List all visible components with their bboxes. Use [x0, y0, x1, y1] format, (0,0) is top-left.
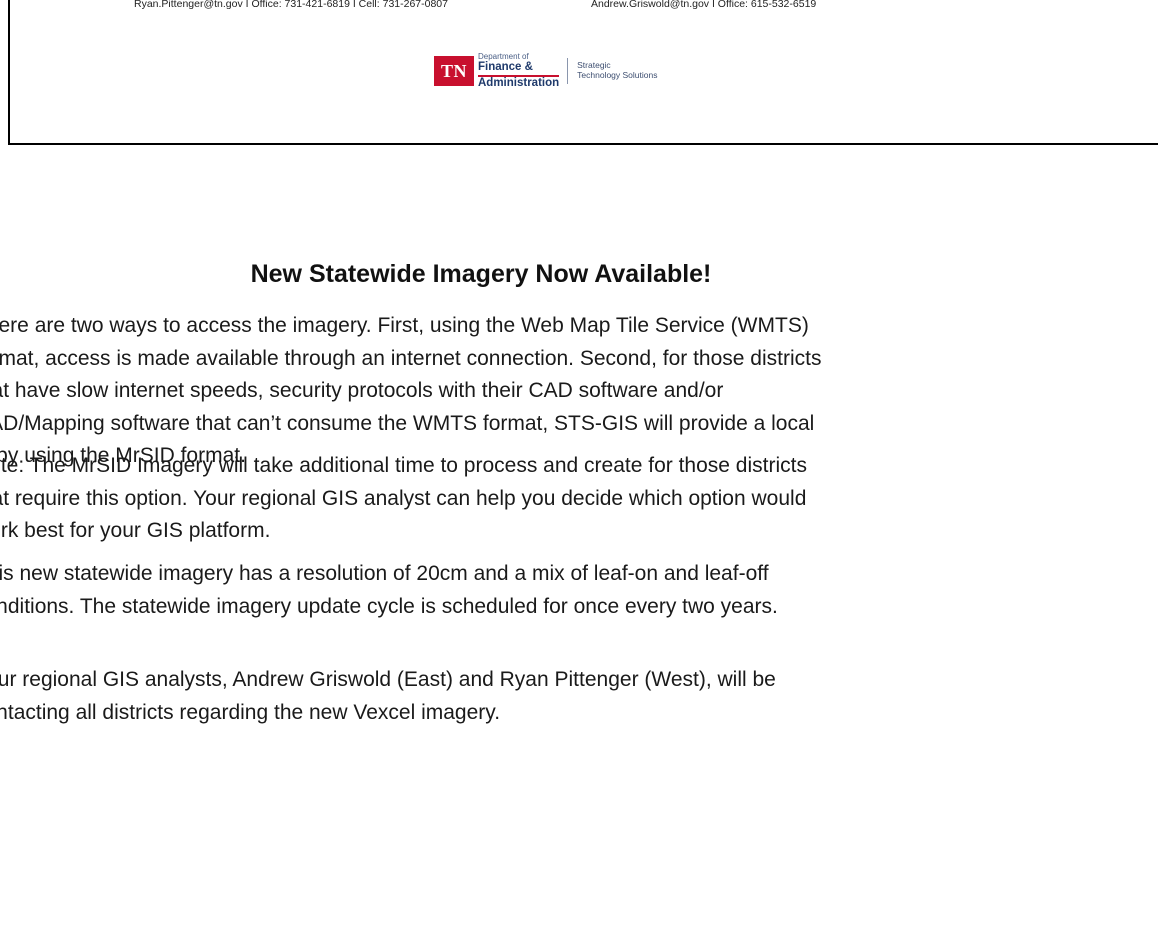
contact-header-box: Ryan.Pittenger@tn.gov I Office: 731-421-… [8, 0, 1158, 145]
department-name-line3: Administration [478, 74, 560, 89]
logo-divider [567, 58, 569, 84]
newsletter-page: Ryan.Pittenger@tn.gov I Office: 731-421-… [0, 0, 1158, 943]
paragraph-line: conditions. The statewide imagery update… [0, 594, 778, 618]
department-name-line1: Department of [478, 52, 529, 61]
contact-east-analyst: Andrew.Griswold@tn.gov I Office: 615-532… [591, 0, 817, 10]
paragraph-line: There are two ways to access the imagery… [0, 314, 809, 337]
department-logo: TN Department of Finance & Administratio… [434, 49, 657, 93]
paragraph-line: CAD/Mapping software that can’t consume … [0, 411, 815, 435]
article-headline: New Statewide Imagery Now Available! [250, 260, 712, 288]
paragraph-line: that have slow internet speeds, security… [0, 379, 724, 402]
paragraph-resolution: This new statewide imagery has a resolut… [0, 558, 1158, 623]
paragraph-access-methods: There are two ways to access the imagery… [0, 310, 1158, 473]
paragraph-line: This new statewide imagery has a resolut… [0, 562, 769, 585]
paragraph-line: that require this option. Your regional … [0, 486, 807, 510]
tn-logo-badge: TN [434, 56, 474, 86]
unit-name: Strategic Technology Solutions [577, 60, 658, 81]
paragraph-line: Note: The MrSID Imagery will take additi… [0, 454, 807, 477]
paragraph-mrsid-note: Note: The MrSID Imagery will take additi… [0, 450, 1158, 548]
paragraph-line: work best for your GIS platform. [0, 519, 271, 542]
department-name-line2: Finance & [478, 61, 533, 73]
department-name: Department of Finance & Administration [478, 52, 560, 89]
contact-west-analyst: Ryan.Pittenger@tn.gov I Office: 731-421-… [134, 0, 448, 10]
paragraph-line: contacting all districts regarding the n… [0, 700, 501, 724]
paragraph-regional-analysts: Your regional GIS analysts, Andrew Grisw… [0, 664, 1158, 729]
paragraph-line: format, access is made available through… [0, 346, 822, 370]
paragraph-line: Your regional GIS analysts, Andrew Grisw… [0, 668, 776, 691]
unit-name-line2: Technology Solutions [577, 70, 658, 80]
